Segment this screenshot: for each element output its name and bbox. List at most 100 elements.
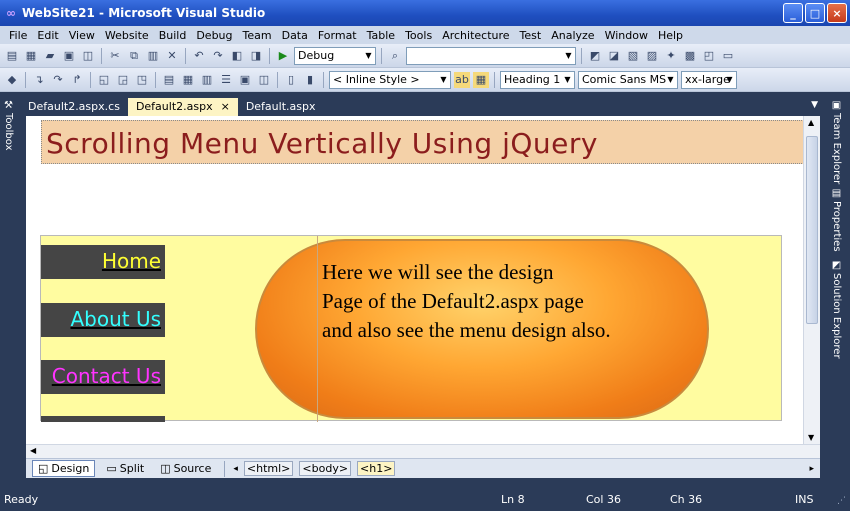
maximize-button[interactable]: □	[805, 3, 825, 23]
menu-test[interactable]: Test	[515, 29, 547, 42]
menu-data[interactable]: Data	[277, 29, 313, 42]
chevron-right-icon[interactable]: ▸	[809, 464, 814, 474]
new-style-icon[interactable]: ◆	[4, 72, 20, 88]
breadcrumb-html[interactable]: <html>	[243, 461, 294, 476]
layout-icon[interactable]: ▦	[180, 72, 196, 88]
cut-icon[interactable]: ✂	[107, 48, 123, 64]
close-button[interactable]: ×	[827, 3, 847, 23]
delete-icon[interactable]: ✕	[164, 48, 180, 64]
menu-team[interactable]: Team	[238, 29, 277, 42]
menu-table[interactable]: Table	[362, 29, 400, 42]
source-view-button[interactable]: ◫ Source	[155, 461, 216, 476]
close-icon[interactable]: ×	[221, 100, 230, 116]
tab-default2-aspx-cs[interactable]: Default2.aspx.cs	[20, 98, 128, 116]
navigate-forward-icon[interactable]: ◨	[248, 48, 264, 64]
scroll-left-icon[interactable]: ◀	[30, 446, 36, 455]
toolbox-tab[interactable]: ⚒ Toolbox	[3, 100, 14, 151]
menu-tools[interactable]: Tools	[400, 29, 437, 42]
vertical-scrollbar[interactable]: ▲ ▼	[803, 116, 820, 444]
team-explorer-tab[interactable]: ▣ Team Explorer	[831, 100, 842, 184]
chevron-down-icon: ▼	[365, 51, 372, 60]
scroll-down-icon[interactable]: ▼	[808, 433, 814, 442]
resize-grip-icon[interactable]: ⋰	[837, 496, 846, 506]
copy-icon[interactable]: ⧉	[126, 48, 142, 64]
chevron-down-icon[interactable]: ▼	[811, 100, 818, 110]
chevron-left-icon[interactable]: ◂	[233, 464, 238, 474]
start-debugging-icon[interactable]: ▶	[275, 48, 291, 64]
solution-explorer-icon[interactable]: ◩	[587, 48, 603, 64]
layer-back-icon[interactable]: ◲	[115, 72, 131, 88]
properties-tab[interactable]: ▤ Properties	[831, 188, 842, 252]
breadcrumb-body[interactable]: <body>	[299, 461, 352, 476]
redo-icon[interactable]: ↷	[210, 48, 226, 64]
position-icon[interactable]: ◳	[134, 72, 150, 88]
status-bar: Ready Ln 8 Col 36 Ch 36 INS ⋰	[0, 488, 850, 511]
target-rule-combo[interactable]: < Inline Style > ▼	[329, 70, 451, 89]
step-out-icon[interactable]: ↱	[69, 72, 85, 88]
open-folder-icon[interactable]: ▰	[42, 48, 58, 64]
object-browser-icon[interactable]: ▧	[625, 48, 641, 64]
block-format-combo[interactable]: Heading 1 ▼	[500, 70, 575, 89]
menu-format[interactable]: Format	[313, 29, 362, 42]
document-outline-icon[interactable]: ◰	[701, 48, 717, 64]
find-in-files-icon[interactable]: ⌕	[387, 48, 403, 64]
menu-architecture[interactable]: Architecture	[437, 29, 514, 42]
style-application-icon[interactable]: ▦	[473, 71, 489, 88]
menu-file[interactable]: File	[4, 29, 32, 42]
comment-icon[interactable]: ▯	[283, 72, 299, 88]
apply-style-icon[interactable]: ab	[454, 71, 470, 88]
step-over-icon[interactable]: ↷	[50, 72, 66, 88]
horizontal-scrollbar[interactable]: ◀	[26, 444, 820, 458]
design-surface[interactable]: Scrolling Menu Vertically Using jQuery H…	[26, 116, 820, 444]
step-into-icon[interactable]: ↴	[31, 72, 47, 88]
page-heading[interactable]: Scrolling Menu Vertically Using jQuery	[41, 120, 814, 164]
save-all-icon[interactable]: ◫	[80, 48, 96, 64]
find-combo[interactable]: ▼	[406, 46, 576, 65]
tab-default2-aspx[interactable]: Default2.aspx ×	[127, 98, 238, 116]
menu-window[interactable]: Window	[600, 29, 653, 42]
toolbox-icon[interactable]: ▨	[644, 48, 660, 64]
menu-link-home[interactable]: Home	[41, 245, 165, 279]
tab-default-aspx[interactable]: Default.aspx	[238, 98, 324, 116]
scrollbar-thumb[interactable]	[806, 136, 818, 324]
menu-analyze[interactable]: Analyze	[546, 29, 599, 42]
split-view-button[interactable]: ▭ Split	[101, 461, 149, 476]
add-item-icon[interactable]: ▦	[23, 48, 39, 64]
breadcrumb-h1[interactable]: <h1>	[357, 461, 396, 476]
solution-configuration-combo[interactable]: Debug ▼	[294, 46, 376, 65]
menu-debug[interactable]: Debug	[191, 29, 237, 42]
team-explorer-label: Team Explorer	[831, 113, 842, 185]
undo-icon[interactable]: ↶	[191, 48, 207, 64]
uncomment-icon[interactable]: ▮	[302, 72, 318, 88]
start-page-icon[interactable]: ▩	[682, 48, 698, 64]
properties-icon[interactable]: ◪	[606, 48, 622, 64]
layer-front-icon[interactable]: ◱	[96, 72, 112, 88]
table-icon[interactable]: ▥	[199, 72, 215, 88]
font-name-combo[interactable]: Comic Sans MS ▼	[578, 70, 678, 89]
menu-edit[interactable]: Edit	[32, 29, 63, 42]
minimize-button[interactable]: _	[783, 3, 803, 23]
outline-icon[interactable]: ◫	[256, 72, 272, 88]
navigate-backward-icon[interactable]: ◧	[229, 48, 245, 64]
menu-help[interactable]: Help	[653, 29, 688, 42]
menu-link-contact-us[interactable]: Contact Us	[41, 360, 165, 394]
more-windows-icon[interactable]: ▭	[720, 48, 736, 64]
extension-manager-icon[interactable]: ✦	[663, 48, 679, 64]
menu-link-about-us[interactable]: About Us	[41, 303, 165, 337]
scroll-up-icon[interactable]: ▲	[808, 118, 814, 127]
format-icon[interactable]: ▤	[161, 72, 177, 88]
menu-build[interactable]: Build	[154, 29, 192, 42]
save-icon[interactable]: ▣	[61, 48, 77, 64]
new-project-icon[interactable]: ▤	[4, 48, 20, 64]
line-number: Ln 8	[501, 493, 525, 506]
web-form-icon[interactable]: ▣	[237, 72, 253, 88]
content-text: Here we will see the design Page of the …	[322, 258, 742, 345]
toolbar-separator	[25, 71, 26, 88]
solution-explorer-tab[interactable]: ◩ Solution Explorer	[831, 260, 842, 359]
menu-website[interactable]: Website	[100, 29, 154, 42]
list-icon[interactable]: ☰	[218, 72, 234, 88]
font-size-combo[interactable]: xx-large ▼	[681, 70, 737, 89]
paste-icon[interactable]: ▥	[145, 48, 161, 64]
design-view-button[interactable]: ◱ Design	[32, 460, 96, 477]
menu-view[interactable]: View	[64, 29, 100, 42]
